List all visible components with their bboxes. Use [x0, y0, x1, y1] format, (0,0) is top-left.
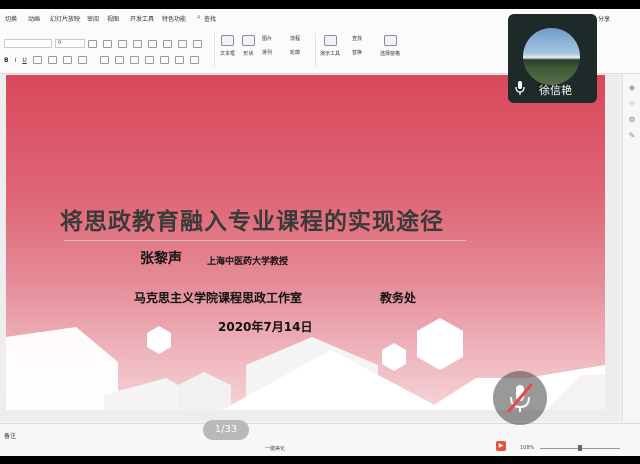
slide-date[interactable]: 2020年7月14日 — [218, 318, 312, 335]
format-buttons-row: B I U — [4, 55, 87, 65]
tab-view[interactable]: 视图 — [107, 14, 119, 23]
title-underline — [64, 240, 466, 241]
bullet-list-icon[interactable] — [133, 40, 142, 48]
shape-label: 形状 — [243, 51, 254, 57]
highlight-icon[interactable] — [77, 56, 87, 64]
replace-button[interactable]: 替换 — [352, 49, 362, 56]
clear-format-icon[interactable] — [118, 40, 127, 48]
mic-muted-icon — [507, 383, 533, 413]
selection-pane-icon — [383, 35, 397, 46]
numbered-list-icon[interactable] — [148, 40, 157, 48]
shadow-icon[interactable] — [47, 56, 57, 64]
design-icon[interactable]: ◈ — [628, 84, 636, 92]
tab-review[interactable]: 审阅 — [87, 14, 99, 23]
paragraph-buttons-row-2 — [100, 55, 199, 65]
presentation-tools-label: 演示工具 — [320, 51, 341, 57]
font-name-field[interactable] — [4, 39, 52, 48]
zoom-level[interactable]: 108% — [520, 445, 534, 451]
toolbar-divider — [315, 33, 316, 67]
shape-icon — [242, 35, 255, 46]
shape-group[interactable]: 形状 — [242, 35, 255, 57]
notes-button[interactable]: 备注 — [4, 431, 16, 440]
columns-icon[interactable] — [175, 56, 184, 64]
font-color-icon[interactable] — [62, 56, 72, 64]
slide-author[interactable]: 张黎声 — [140, 248, 182, 268]
tab-switch[interactable]: 切换 — [5, 14, 17, 23]
zoom-slider-knob[interactable] — [578, 445, 582, 451]
selection-pane-label: 选择窗格 — [380, 51, 401, 57]
microphone-icon[interactable] — [515, 81, 525, 95]
tab-animation[interactable]: 动画 — [28, 14, 40, 23]
presentation-tools-icon — [323, 35, 337, 46]
distribute-icon[interactable] — [160, 56, 169, 64]
shrink-font-icon[interactable] — [103, 40, 112, 48]
search-icon[interactable]: ⌕ — [197, 13, 201, 22]
tab-search[interactable]: 查找 — [204, 14, 216, 23]
selection-pane-group[interactable]: 选择窗格 — [380, 35, 400, 57]
tab-slideshow[interactable]: 幻灯片放映 — [50, 14, 80, 23]
arrange-button[interactable]: 排列 — [262, 49, 272, 56]
picture-button[interactable]: 图片 — [262, 35, 272, 42]
align-right-icon[interactable] — [130, 56, 139, 64]
outline-button[interactable]: 轮廓 — [290, 49, 300, 56]
textbox-label: 文本框 — [220, 51, 236, 57]
line-spacing-icon[interactable] — [193, 40, 202, 48]
tab-features[interactable]: 特色功能 — [162, 14, 186, 23]
share-button[interactable]: 分享 — [598, 14, 610, 23]
play-slideshow-icon[interactable]: ▶ — [496, 441, 506, 451]
slide-organization[interactable]: 马克思主义学院课程思政工作室 — [134, 289, 302, 306]
slide-department[interactable]: 教务处 — [380, 289, 416, 306]
slide-title[interactable]: 将思政教育融入专业课程的实现途径 — [60, 202, 500, 236]
bold-icon[interactable]: B — [4, 57, 9, 64]
grow-font-icon[interactable] — [88, 40, 97, 48]
page-indicator[interactable]: 1/33 — [203, 420, 249, 440]
align-center-icon[interactable] — [115, 56, 124, 64]
status-bar: 备注 一键美化 ▶ 108% — [0, 423, 640, 456]
strikethrough-icon[interactable] — [32, 56, 42, 64]
toolbar-divider — [214, 33, 215, 67]
avatar — [523, 28, 580, 85]
indent-icon[interactable] — [163, 40, 172, 48]
pen-icon[interactable]: ✎ — [628, 132, 636, 140]
participant-video-tile[interactable]: 徐信艳 — [508, 14, 597, 103]
current-slide[interactable] — [6, 75, 605, 410]
hexagon-decoration — [6, 318, 605, 410]
participant-name: 徐信艳 — [539, 84, 572, 97]
align-left-icon[interactable] — [100, 56, 109, 64]
font-size-field[interactable]: 0 — [55, 39, 85, 48]
textbox-group[interactable]: 文本框 — [220, 35, 235, 57]
justify-icon[interactable] — [145, 56, 154, 64]
presentation-tools-group[interactable]: 演示工具 — [320, 35, 340, 57]
mute-microphone-button[interactable] — [493, 371, 547, 425]
star-icon[interactable]: ☆ — [628, 100, 636, 108]
right-sidebar: ◈ ☆ ⚙ ✎ — [622, 74, 640, 421]
textbox-icon — [221, 35, 234, 46]
paragraph-buttons-row-1 — [88, 39, 202, 49]
outdent-icon[interactable] — [178, 40, 187, 48]
underline-icon[interactable]: U — [22, 57, 26, 64]
find-button[interactable]: 查找 — [352, 35, 362, 42]
settings-icon[interactable]: ⚙ — [628, 116, 636, 124]
text-direction-icon[interactable] — [190, 56, 199, 64]
slide-affiliation[interactable]: 上海中医药大学教授 — [207, 254, 288, 267]
flow-button[interactable]: 流程 — [290, 35, 300, 42]
tab-developer[interactable]: 开发工具 — [130, 14, 154, 23]
italic-icon[interactable]: I — [15, 57, 17, 64]
beautify-button[interactable]: 一键美化 — [265, 445, 285, 452]
